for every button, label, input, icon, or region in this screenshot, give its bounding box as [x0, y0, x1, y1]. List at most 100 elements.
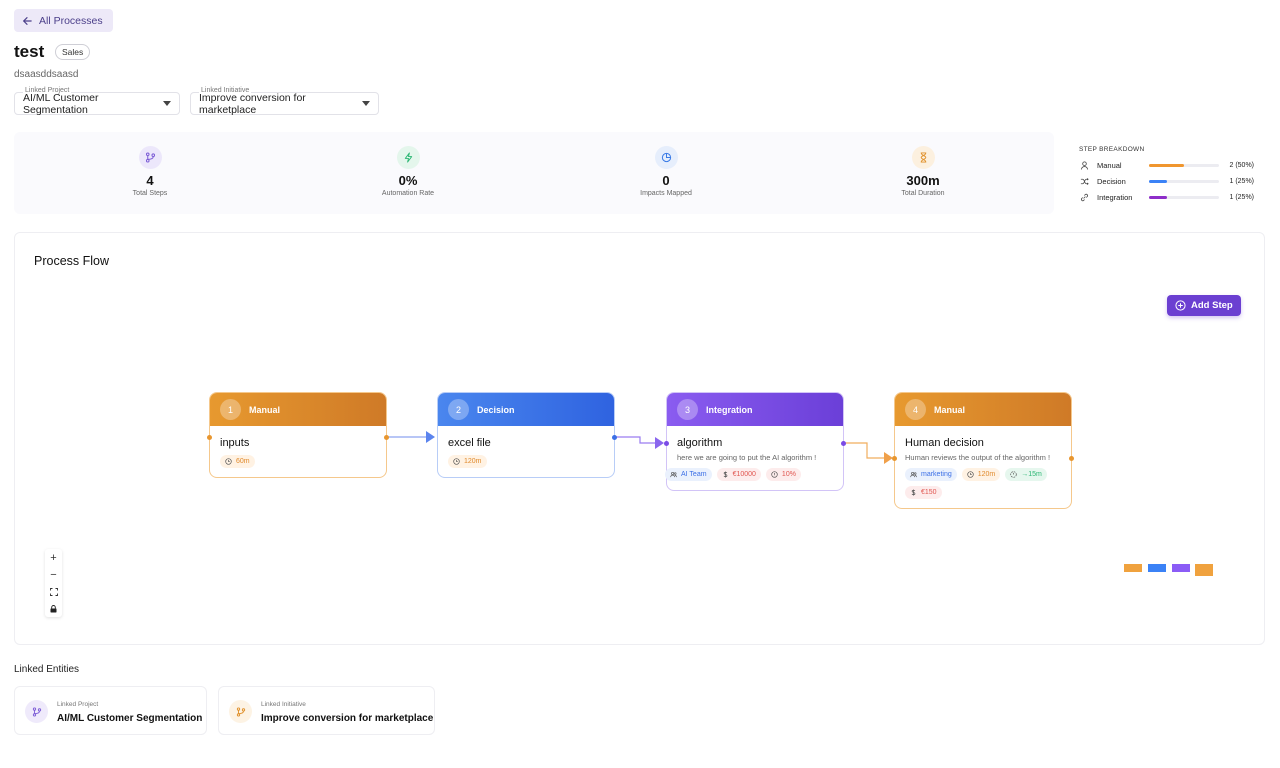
- chevron-down-icon: [163, 101, 171, 106]
- process-flow-card: Process Flow Add Step 1 Manual inputs 60…: [14, 232, 1265, 645]
- node-number: 4: [905, 399, 926, 420]
- clock-icon: [225, 458, 232, 465]
- stat-value: 4: [146, 173, 154, 188]
- breakdown-count: 1 (25%): [1229, 177, 1254, 185]
- chip-text: 120m: [977, 471, 996, 478]
- breakdown-row-integration: Integration 1 (25%): [1079, 191, 1254, 203]
- chip-text: €150: [921, 489, 937, 496]
- page-subtitle: dsaasddsaasd: [14, 69, 79, 80]
- stat-value: 300m: [906, 173, 940, 188]
- node-handle-out[interactable]: [384, 435, 389, 440]
- dollar-icon: [723, 471, 727, 478]
- node-header: 2 Decision: [438, 393, 614, 426]
- duration-chip: 120m: [961, 468, 1001, 481]
- node-type: Manual: [249, 404, 281, 415]
- zoom-out-button[interactable]: −: [45, 566, 62, 583]
- breakdown-label: Manual: [1097, 160, 1122, 170]
- node-handle-in[interactable]: [892, 456, 897, 461]
- hourglass-icon: [911, 146, 935, 169]
- breakdown-count: 2 (50%): [1229, 161, 1254, 169]
- flow-minimap[interactable]: [1123, 561, 1215, 579]
- breakdown-fill-manual: [1149, 163, 1184, 167]
- duration-chip: 60m: [220, 455, 255, 468]
- stat-value: 0: [662, 173, 670, 188]
- breakdown-fill-decision: [1149, 179, 1167, 183]
- bolt-icon: [396, 146, 420, 169]
- breakdown-track: [1149, 163, 1219, 167]
- node-type: Manual: [934, 404, 966, 415]
- all-processes-button[interactable]: All Processes: [14, 9, 113, 32]
- stat-caption: Total Duration: [901, 190, 945, 197]
- fit-view-button[interactable]: [45, 583, 62, 600]
- chip-text: 120m: [464, 458, 482, 465]
- linked-initiative-select[interactable]: Linked Initiative Improve conversion for…: [190, 87, 379, 116]
- node-description: Human reviews the output of the algorith…: [905, 453, 1051, 462]
- breakdown-track: [1149, 195, 1219, 199]
- node-handle-in[interactable]: [207, 435, 212, 440]
- breakdown-count: 1 (25%): [1229, 193, 1254, 201]
- stat-total-steps: 4 Total Steps: [90, 146, 210, 197]
- linked-entity-label: Linked Initiative: [261, 701, 306, 708]
- stat-caption: Automation Rate: [381, 190, 435, 197]
- category-tag: Sales: [55, 44, 91, 60]
- cost-chip: €150: [905, 486, 942, 499]
- node-header: 3 Integration: [667, 393, 843, 426]
- node-handle-in[interactable]: [664, 441, 669, 446]
- chip-text: 60m: [236, 458, 250, 465]
- stat-value: 0%: [398, 173, 418, 188]
- linked-entities-title: Linked Entities: [14, 664, 80, 675]
- zoom-in-button[interactable]: +: [45, 549, 62, 566]
- breakdown-row-decision: Decision 1 (25%): [1079, 175, 1254, 187]
- fit-view-icon: [49, 587, 58, 596]
- node-handle-out[interactable]: [1069, 456, 1074, 461]
- breakdown-label: Decision: [1097, 176, 1126, 186]
- node-title: Human decision: [905, 437, 984, 449]
- node-type: Decision: [477, 404, 515, 415]
- alert-circle-icon: [771, 471, 778, 478]
- node-title: algorithm: [677, 437, 723, 449]
- linked-project-value: AI/ML Customer Segmentation: [23, 91, 99, 116]
- duration-chip: 120m: [448, 455, 487, 468]
- flow-edges: [387, 431, 893, 464]
- saving-chip: →15m: [1005, 468, 1047, 481]
- shuffle-icon: [1079, 176, 1089, 186]
- flow-node-3[interactable]: 3 Integration algorithm here we are goin…: [664, 392, 846, 491]
- stat-caption: Total Steps: [132, 190, 168, 197]
- node-handle-out[interactable]: [841, 441, 846, 446]
- node-type: Integration: [706, 404, 753, 415]
- timer-icon: [1010, 471, 1017, 478]
- node-number: 3: [677, 399, 698, 420]
- linked-initiative-label: Linked Initiative: [199, 87, 252, 94]
- breakdown-fill-integration: [1149, 195, 1167, 199]
- zoom-controls: + −: [45, 549, 62, 617]
- flow-node-2[interactable]: 2 Decision excel file 120m: [437, 392, 617, 478]
- stat-caption: Impacts Mapped: [640, 190, 692, 197]
- users-icon: [670, 471, 677, 478]
- page-title: test: [14, 42, 45, 61]
- chip-text: →15m: [1021, 471, 1042, 478]
- linked-entity-value: AI/ML Customer Segmentation: [57, 713, 203, 724]
- linked-initiative-value: Improve conversion for marketplace: [199, 91, 306, 116]
- chip-text: marketing: [921, 471, 952, 478]
- lock-button[interactable]: [45, 600, 62, 617]
- chip-text: €10000: [732, 471, 756, 478]
- clock-icon: [453, 458, 460, 465]
- linked-initiative-card[interactable]: Linked Initiative Improve conversion for…: [218, 686, 435, 735]
- pie-chart-icon: [654, 146, 678, 169]
- node-handle-out[interactable]: [612, 435, 617, 440]
- breakdown-label: Integration: [1097, 192, 1133, 202]
- linked-entity-label: Linked Project: [57, 701, 99, 708]
- breakdown-heading: STEP BREAKDOWN: [1079, 146, 1145, 153]
- flow-node-1[interactable]: 1 Manual inputs 60m: [207, 392, 389, 478]
- team-chip: AI Team: [665, 468, 712, 481]
- stat-total-duration: 300m Total Duration: [863, 146, 983, 197]
- node-header: 1 Manual: [210, 393, 386, 426]
- linked-project-card[interactable]: Linked Project AI/ML Customer Segmentati…: [14, 686, 207, 735]
- linked-project-select[interactable]: Linked Project AI/ML Customer Segmentati…: [14, 87, 180, 116]
- node-title: inputs: [220, 437, 250, 449]
- git-branch-icon: [138, 146, 162, 169]
- users-icon: [910, 471, 917, 478]
- flow-node-4[interactable]: 4 Manual Human decision Human reviews th…: [892, 392, 1074, 509]
- node-title: excel file: [448, 437, 491, 449]
- node-number: 2: [448, 399, 469, 420]
